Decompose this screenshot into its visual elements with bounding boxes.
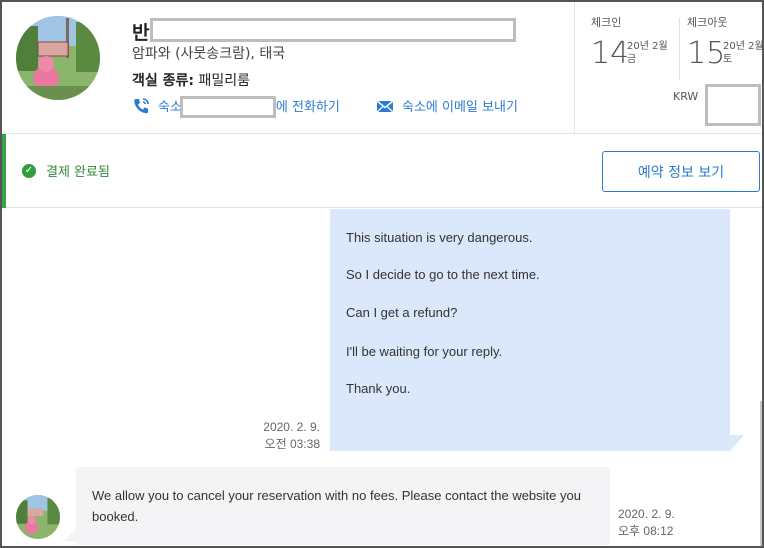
- email-property-link[interactable]: 숙소에 이메일 보내기: [376, 96, 518, 115]
- currency-label: KRW: [673, 90, 699, 103]
- hotel-photo: [16, 16, 100, 100]
- payment-status-text: 결제 완료됨: [46, 165, 110, 180]
- incoming-date: 2020. 2. 9.: [618, 507, 675, 521]
- payment-status-bar: ✓ 결제 완료됨 예약 정보 보기: [2, 134, 762, 208]
- date-divider: [679, 18, 680, 80]
- outgoing-timestamp: 2020. 2. 9. 오전 03:38: [263, 419, 320, 453]
- outgoing-message-line: This situation is very dangerous.: [346, 230, 533, 245]
- outgoing-message-line: Can I get a refund?: [346, 305, 458, 320]
- outgoing-message-line: So I decide to go to the next time.: [346, 267, 540, 282]
- incoming-message-text: We allow you to cancel your reservation …: [92, 488, 581, 524]
- host-avatar: [16, 495, 60, 539]
- redacted-price: [705, 84, 761, 126]
- property-header: 반 암파와 (사뭇송크람), 태국 객실 종류: 패밀리룸 숙소 에 전화하기 …: [2, 2, 762, 134]
- checkin-month-text: 20년 2월: [627, 41, 668, 52]
- incoming-timestamp: 2020. 2. 9. 오후 08:12: [618, 506, 675, 540]
- message-thread: This situation is very dangerous. So I d…: [2, 209, 762, 546]
- call-label-suffix: 에 전화하기: [275, 100, 340, 115]
- outgoing-message-line: Thank you.: [346, 381, 411, 396]
- email-label: 숙소에 이메일 보내기: [402, 100, 518, 115]
- check-circle-icon: ✓: [22, 163, 36, 178]
- scrollbar[interactable]: [760, 401, 762, 546]
- outgoing-message-line: I'll be waiting for your reply.: [346, 344, 503, 359]
- checkin-date: 체크인 14 20년 2월 금: [591, 14, 668, 71]
- phone-icon: [132, 97, 150, 115]
- hotel-name: 반: [132, 22, 150, 44]
- room-type-label: 객실 종류:: [132, 73, 194, 89]
- checkout-label: 체크아웃: [687, 16, 728, 29]
- status-accent-bar: [2, 134, 6, 208]
- checkout-month: 20년 2월 토: [723, 40, 764, 66]
- checkin-day: 14: [591, 36, 630, 71]
- checkout-day: 15: [687, 36, 726, 71]
- booking-conversation-window: 반 암파와 (사뭇송크람), 태국 객실 종류: 패밀리룸 숙소 에 전화하기 …: [0, 0, 764, 548]
- checkin-label: 체크인: [591, 16, 622, 29]
- call-label-prefix: 숙소: [158, 100, 182, 115]
- room-type: 객실 종류: 패밀리룸: [132, 70, 250, 90]
- checkin-weekday: 금: [627, 54, 637, 65]
- redacted-hotel-name: [150, 18, 516, 42]
- checkout-month-text: 20년 2월: [723, 41, 764, 52]
- checkout-weekday: 토: [723, 54, 733, 65]
- incoming-time: 오후 08:12: [618, 524, 674, 538]
- incoming-message: We allow you to cancel your reservation …: [76, 467, 610, 545]
- checkout-date: 체크아웃 15 20년 2월 토: [687, 14, 762, 71]
- room-type-value: 패밀리룸: [198, 73, 250, 89]
- envelope-icon: [376, 97, 394, 115]
- hotel-location: 암파와 (사뭇송크람), 태국: [132, 46, 286, 62]
- checkin-month: 20년 2월 금: [627, 40, 668, 66]
- redacted-property-name: [180, 96, 276, 118]
- outgoing-bubble-tail: [730, 435, 744, 451]
- stay-dates: 체크인 14 20년 2월 금 체크아웃 15 20년 2월 토 KRW: [574, 2, 762, 134]
- outgoing-date: 2020. 2. 9.: [263, 420, 320, 434]
- payment-status: ✓ 결제 완료됨: [22, 161, 110, 180]
- outgoing-message: This situation is very dangerous. So I d…: [330, 209, 730, 451]
- outgoing-time: 오전 03:38: [264, 437, 320, 451]
- view-booking-button[interactable]: 예약 정보 보기: [602, 151, 760, 192]
